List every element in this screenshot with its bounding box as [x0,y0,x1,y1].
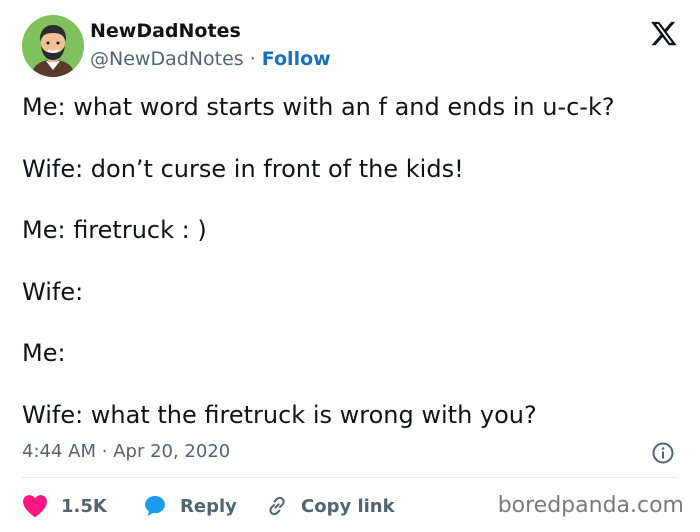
tweet-timestamp[interactable]: 4:44 AM · Apr 20, 2020 [22,441,230,462]
tweet-time: 4:44 AM [22,441,96,462]
info-icon[interactable] [651,441,675,465]
tweet-date: Apr 20, 2020 [113,441,231,462]
tweet-line: Me: what word starts with an f and ends … [22,93,615,121]
tweet-body: Me: what word starts with an f and ends … [22,92,682,430]
x-logo-icon[interactable] [650,19,678,47]
divider [22,477,678,478]
author-name[interactable]: NewDadNotes [90,20,241,42]
reply-label: Reply [180,495,237,517]
tweet-actions: 1.5K Reply Copy link [22,488,502,524]
separator-dot: · [249,48,256,70]
like-button[interactable]: 1.5K [22,488,107,524]
follow-button[interactable]: Follow [262,48,331,70]
copy-link-label: Copy link [301,495,395,517]
tweet-line: Me: firetruck : ) [22,216,207,245]
author-handle-row: @NewDadNotes · Follow [90,48,331,70]
tweet-line: Wife: don’t curse in front of the kids! [22,154,464,183]
copy-link-button[interactable]: Copy link [265,488,395,524]
reply-button[interactable]: Reply [143,488,237,524]
tweet-line: Me: [22,339,66,368]
watermark: boredpanda.com [497,493,684,518]
tweet-line: Wife: [22,277,84,306]
like-count: 1.5K [61,495,107,517]
heart-icon [22,494,48,518]
avatar[interactable] [22,15,84,77]
separator-dot: · [101,441,108,462]
tweet-header: NewDadNotes @NewDadNotes · Follow [22,15,682,79]
speech-bubble-icon [143,494,167,518]
author-handle[interactable]: @NewDadNotes [90,48,244,70]
link-icon [265,494,289,518]
tweet-line: Wife: what the firetruck is wrong with y… [22,400,537,429]
